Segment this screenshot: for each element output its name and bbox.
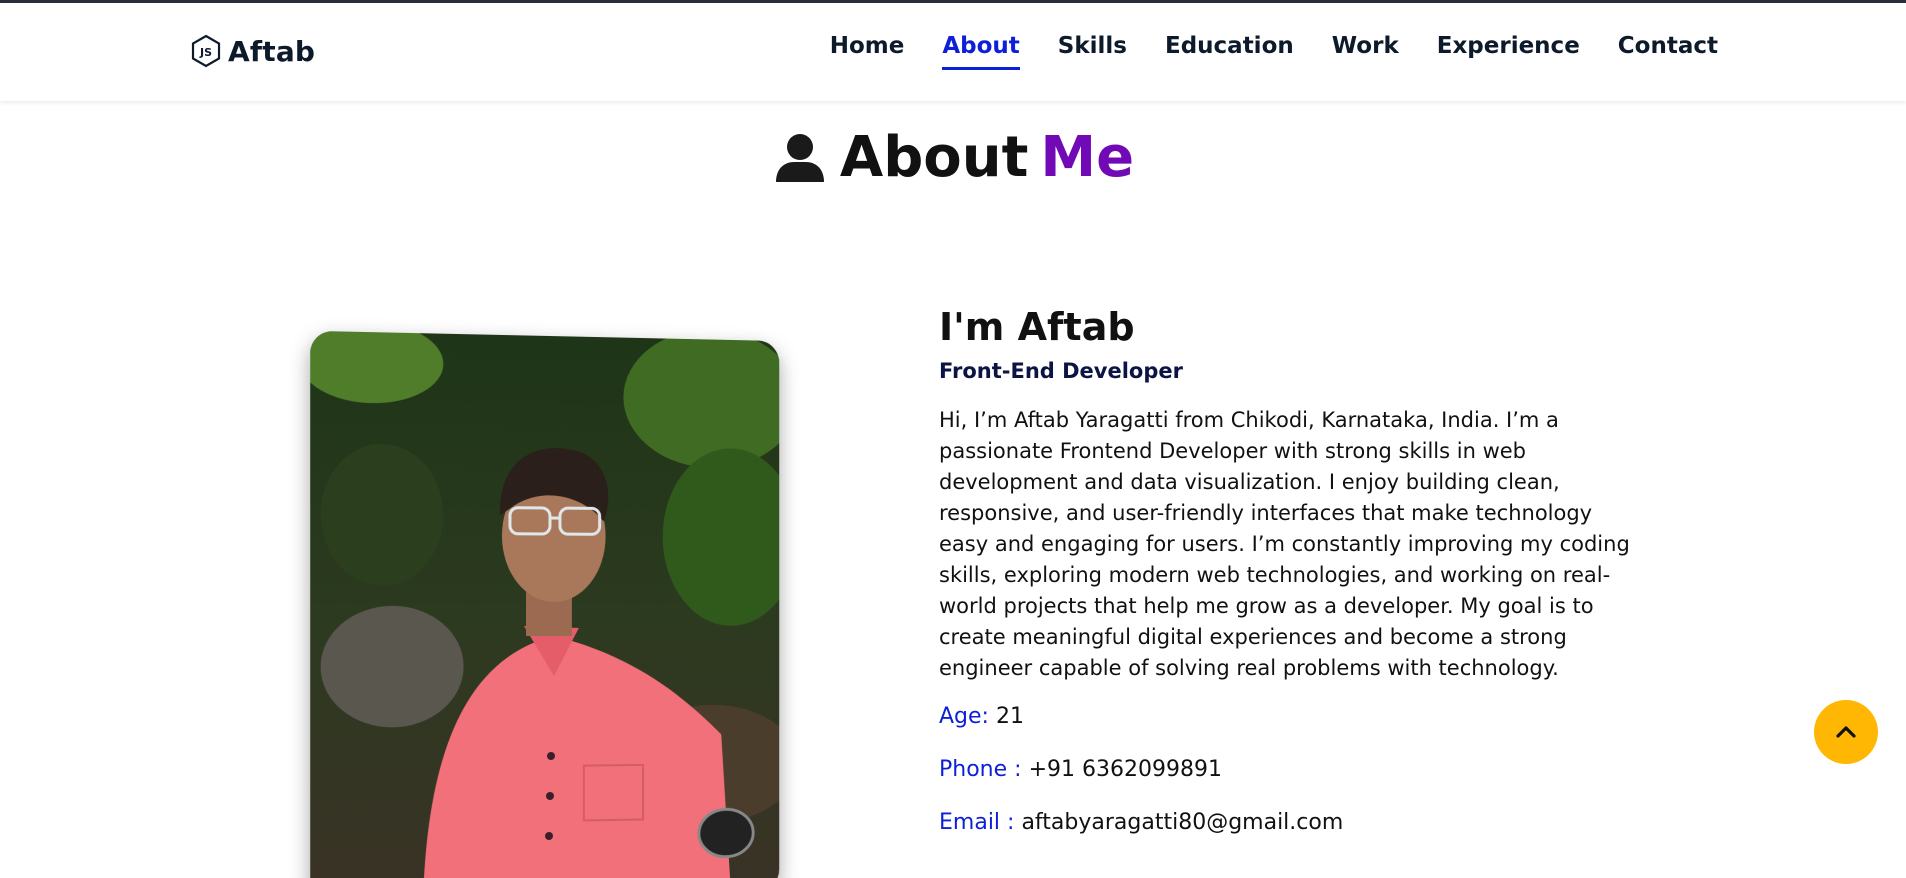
profile-description: Hi, I’m Aftab Yaragatti from Chikodi, Ka… bbox=[939, 408, 1630, 680]
phone-row: Phone : +91 6362099891 bbox=[939, 755, 1639, 785]
brand-logo-link[interactable]: JS Aftab bbox=[190, 31, 315, 71]
nav-contact[interactable]: Contact bbox=[1618, 33, 1718, 70]
nav-about[interactable]: About bbox=[942, 33, 1020, 70]
nodejs-hexagon-icon: JS bbox=[191, 34, 221, 68]
profile-role: Front-End Developer bbox=[939, 359, 1183, 383]
title-main: About bbox=[839, 125, 1029, 190]
nav-experience[interactable]: Experience bbox=[1437, 33, 1580, 70]
profile-photo bbox=[310, 330, 780, 878]
section-heading: About Me bbox=[0, 125, 1906, 190]
about-title: About Me bbox=[772, 125, 1134, 190]
age-label: Age: bbox=[939, 704, 989, 729]
email-label: Email : bbox=[939, 810, 1015, 835]
email-row: Email : aftabyaragatti80@gmail.com bbox=[939, 808, 1639, 838]
age-value: 21 bbox=[995, 704, 1024, 729]
profile-photo-frame bbox=[310, 330, 784, 878]
brand-name: Aftab bbox=[228, 34, 316, 68]
about-info: I'm Aftab Front-End Developer Hi, I’m Af… bbox=[939, 305, 1639, 861]
profile-heading: I'm Aftab bbox=[939, 305, 1135, 349]
email-value: aftabyaragatti80@gmail.com bbox=[1021, 810, 1344, 835]
phone-label: Phone : bbox=[939, 757, 1022, 782]
nav-education[interactable]: Education bbox=[1165, 33, 1294, 70]
title-accent: Me bbox=[1040, 125, 1135, 190]
main-nav: Home About Skills Education Work Experie… bbox=[792, 33, 1718, 70]
nav-home[interactable]: Home bbox=[830, 33, 905, 70]
nav-skills[interactable]: Skills bbox=[1058, 33, 1127, 70]
phone-value: +91 6362099891 bbox=[1028, 757, 1222, 782]
navbar: JS Aftab Home About Skills Education Wor… bbox=[0, 3, 1906, 101]
chevron-up-icon bbox=[1836, 726, 1856, 738]
user-icon bbox=[775, 133, 824, 182]
scroll-to-top-button[interactable] bbox=[1814, 700, 1878, 764]
age-row: Age: 21 bbox=[939, 702, 1639, 732]
svg-text:JS: JS bbox=[199, 46, 212, 59]
nav-work[interactable]: Work bbox=[1332, 33, 1399, 70]
